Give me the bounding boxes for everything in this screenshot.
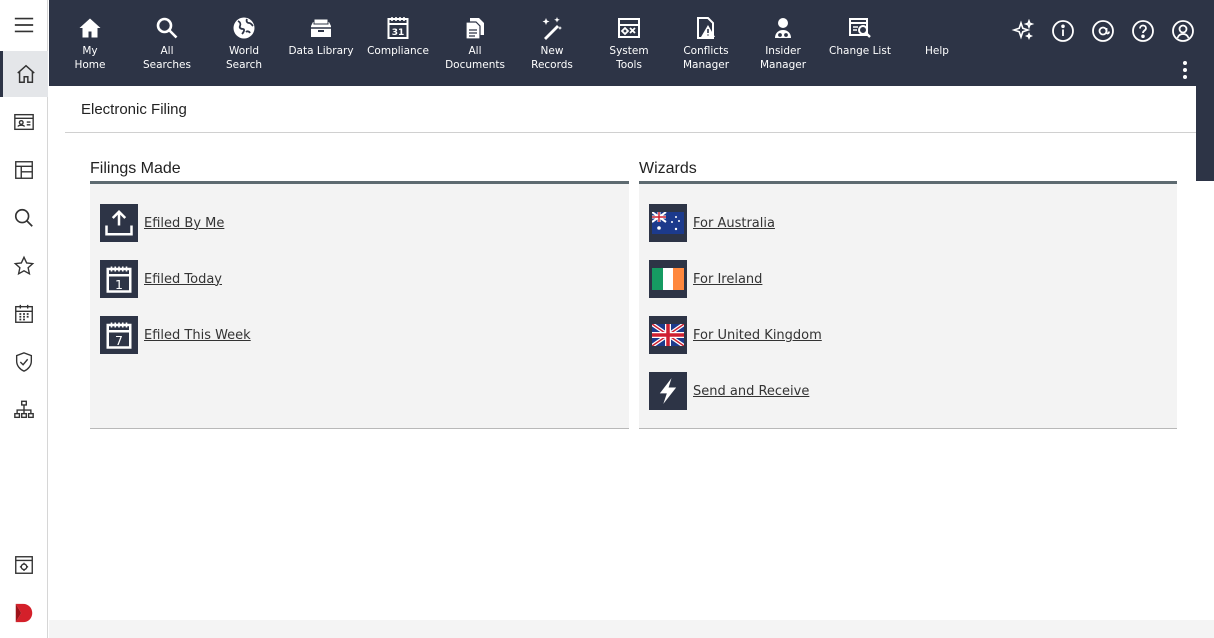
top-navigation-bar: My Home All Searches World Search Data L… <box>49 0 1214 86</box>
svg-text:7: 7 <box>115 333 123 348</box>
document-warning-icon <box>697 17 715 39</box>
calendar-7-icon: 7 <box>106 322 132 349</box>
link-label: Efiled This Week <box>144 327 251 343</box>
for-ireland-link[interactable]: For Ireland <box>649 260 762 298</box>
nav-label: New Records <box>531 45 573 71</box>
nav-insider-manager[interactable]: Insider Manager <box>747 14 819 72</box>
wizards-panel: Wizards For Australia For Ireland For Un… <box>639 146 1177 429</box>
filings-made-body: Efiled By Me 1 Efiled Today 7 Efiled Thi… <box>90 184 629 429</box>
calendar-31-icon: 31 <box>387 17 409 39</box>
toolbox-icon <box>618 18 640 38</box>
nav-label: Compliance <box>367 45 429 57</box>
upload-tray-icon <box>105 209 133 236</box>
globe-icon <box>233 17 255 39</box>
contact-card-icon[interactable] <box>0 99 48 145</box>
hamburger-menu-icon[interactable] <box>0 2 48 48</box>
at-sign-icon[interactable] <box>1090 18 1116 44</box>
org-chart-icon[interactable] <box>0 387 48 433</box>
link-label: For United Kingdom <box>693 327 822 343</box>
efiled-this-week-link[interactable]: 7 Efiled This Week <box>100 316 251 354</box>
calendar-1-icon: 1 <box>106 266 132 293</box>
home-icon[interactable] <box>0 51 48 97</box>
kebab-menu-icon[interactable] <box>1178 59 1192 83</box>
send-and-receive-link[interactable]: Send and Receive <box>649 372 809 410</box>
user-profile-icon[interactable] <box>1170 18 1196 44</box>
page-title-bar: Electronic Filing <box>65 86 1196 133</box>
nav-all-searches[interactable]: All Searches <box>131 14 203 72</box>
left-sidebar <box>0 0 48 638</box>
efiled-today-link[interactable]: 1 Efiled Today <box>100 260 222 298</box>
nav-label: Change List <box>829 45 891 57</box>
nav-system-tools[interactable]: System Tools <box>593 14 665 72</box>
nav-help[interactable]: Help <box>901 14 973 58</box>
nav-conflicts-manager[interactable]: Conflicts Manager <box>670 14 742 72</box>
link-label: Efiled By Me <box>144 215 225 231</box>
list-search-icon <box>849 18 871 38</box>
nav-compliance[interactable]: 31 Compliance <box>362 14 434 58</box>
svg-text:31: 31 <box>392 28 405 38</box>
uk-flag-icon <box>652 324 684 346</box>
nav-my-home[interactable]: My Home <box>54 14 126 72</box>
efiled-by-me-link[interactable]: Efiled By Me <box>100 204 224 242</box>
ireland-flag-icon <box>652 268 684 290</box>
search-icon[interactable] <box>0 195 48 241</box>
link-label: Efiled Today <box>144 271 222 287</box>
svg-text:1: 1 <box>115 277 123 292</box>
nav-label: Insider Manager <box>759 45 807 71</box>
nav-label: Data Library <box>288 45 354 57</box>
nav-data-library[interactable]: Data Library <box>285 14 357 58</box>
nav-label: All Documents <box>445 45 505 71</box>
nav-new-records[interactable]: New Records <box>516 14 588 72</box>
link-label: Send and Receive <box>693 383 810 399</box>
nav-label: All Searches <box>142 45 191 71</box>
wizards-body: For Australia For Ireland For United Kin… <box>639 184 1177 429</box>
magic-wand-icon <box>542 17 562 40</box>
header-background-strip <box>1196 86 1214 181</box>
nav-all-documents[interactable]: All Documents <box>439 14 511 72</box>
file-drawer-icon <box>311 18 331 37</box>
nav-label: Conflicts Manager <box>682 45 730 71</box>
wizards-title: Wizards <box>639 146 1177 184</box>
footer-strip <box>49 620 1214 638</box>
nav-label: World Search <box>225 45 263 71</box>
sparkle-icon[interactable] <box>1010 18 1036 44</box>
nav-label: My Home <box>74 45 106 71</box>
filings-made-panel: Filings Made Efiled By Me 1 Efiled Today… <box>90 146 629 429</box>
nav-label: System Tools <box>609 45 649 71</box>
nav-change-list[interactable]: Change List <box>824 14 896 58</box>
filings-made-title: Filings Made <box>90 146 629 184</box>
nav-world-search[interactable]: World Search <box>208 14 280 72</box>
australia-flag-icon <box>652 212 684 234</box>
magnifier-icon <box>156 17 178 39</box>
app-logo-icon[interactable] <box>0 590 48 636</box>
for-united-kingdom-link[interactable]: For United Kingdom <box>649 316 822 354</box>
main-content: Electronic Filing Filings Made Efiled By… <box>65 86 1196 620</box>
layout-grid-icon[interactable] <box>0 147 48 193</box>
documents-icon <box>465 18 484 40</box>
lightning-icon <box>659 378 677 404</box>
link-label: For Australia <box>693 215 775 231</box>
person-glasses-icon <box>775 18 791 39</box>
nav-label: Help <box>925 45 949 57</box>
for-australia-link[interactable]: For Australia <box>649 204 775 242</box>
star-icon[interactable] <box>0 243 48 289</box>
shield-check-icon[interactable] <box>0 339 48 385</box>
calendar-icon[interactable] <box>0 291 48 337</box>
page-title: Electronic Filing <box>81 101 187 118</box>
settings-window-icon[interactable] <box>0 542 48 588</box>
question-icon[interactable] <box>1130 18 1156 44</box>
link-label: For Ireland <box>693 271 763 287</box>
info-icon[interactable] <box>1050 18 1076 44</box>
house-icon <box>79 18 101 38</box>
